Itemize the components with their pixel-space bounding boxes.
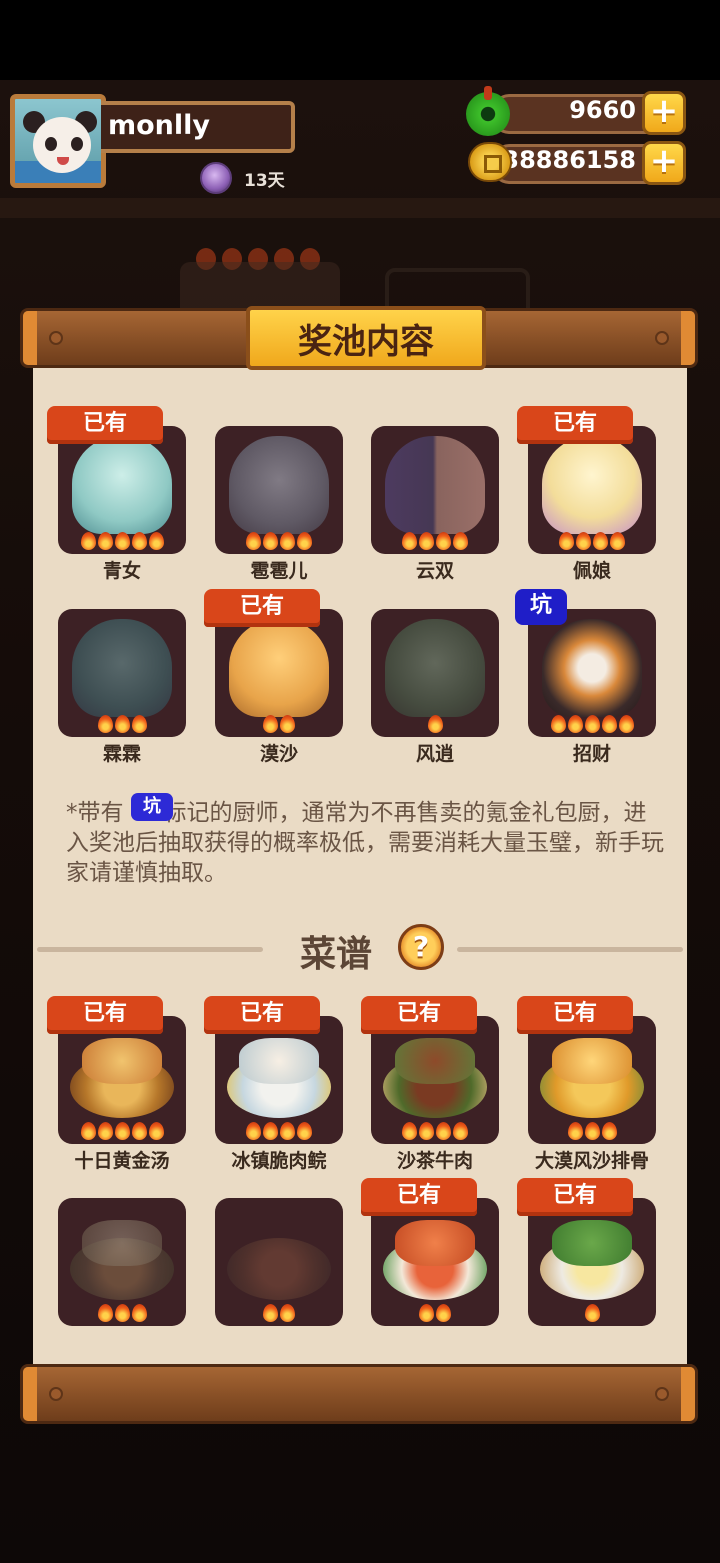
recipe-name: 十日黄金汤 [74,1150,170,1172]
background-beam [0,198,720,218]
rarity-flames [58,1122,186,1140]
rarity-flames [371,1304,499,1322]
coin-icon [468,142,512,182]
recipe-name: 冰镇脆肉鲩 [231,1150,327,1172]
owned-badge: 已有 [361,996,477,1034]
pit-badge-inline: 坑 [131,793,173,821]
rarity-flames [215,1122,343,1140]
owned-badge: 已有 [517,996,633,1034]
chef-name: 佩娘 [572,560,611,582]
recipe-card[interactable] [528,1198,656,1326]
rarity-flames [215,1304,343,1322]
chef-card[interactable] [528,426,656,554]
membership-days: 13天 [244,171,285,191]
rarity-flames [58,715,186,733]
rarity-flames [528,1304,656,1322]
rarity-flames [215,532,343,550]
add-jade-button[interactable]: + [642,91,686,135]
vip-icon[interactable] [200,162,232,194]
scroll-bottom-rod [20,1364,698,1424]
rarity-flames [528,715,656,733]
chef-card[interactable] [528,609,656,737]
recipe-card[interactable] [371,1198,499,1326]
chef-name: 雹雹儿 [250,560,308,582]
rarity-flames [58,532,186,550]
chef-name: 青女 [102,560,141,582]
chef-name: 风逍 [415,743,454,765]
owned-badge: 已有 [47,996,163,1034]
owned-badge: 已有 [361,1178,477,1216]
rarity-flames [58,1304,186,1322]
chef-name: 招财 [572,743,611,765]
panel-title: 奖池内容 [298,322,434,362]
recipe-card[interactable] [58,1198,186,1326]
chef-card[interactable] [215,426,343,554]
chef-card[interactable] [371,609,499,737]
recipe-name: 大漠风沙排骨 [534,1150,649,1172]
rarity-flames [371,1122,499,1140]
rarity-flames [371,532,499,550]
add-coins-button[interactable]: + [642,141,686,185]
chef-name: 云双 [415,560,454,582]
note-prefix: *带有 [66,800,124,826]
player-avatar[interactable] [10,94,106,188]
jade-amount: 9660 [569,96,636,124]
owned-badge: 已有 [517,1178,633,1216]
status-bar-area [0,0,720,80]
recipe-card[interactable] [371,1016,499,1144]
section-divider [457,947,683,952]
owned-badge: 已有 [47,406,163,444]
chef-name: 漠沙 [259,743,298,765]
chef-name: 霖霖 [102,743,141,765]
recipes-title: 菜谱 [300,934,373,975]
rarity-flames [215,715,343,733]
recipe-card[interactable] [528,1016,656,1144]
chef-card[interactable] [58,609,186,737]
rarity-flames [528,532,656,550]
jade-icon [466,86,510,136]
help-icon[interactable]: ? [398,924,444,970]
player-name: monlly [108,110,211,141]
pit-badge: 坑 [515,589,567,625]
recipe-card[interactable] [215,1016,343,1144]
rarity-flames [528,1122,656,1140]
section-divider [37,947,263,952]
recipe-card[interactable] [215,1198,343,1326]
owned-badge: 已有 [204,996,320,1034]
rarity-flames [371,715,499,733]
recipe-name: 沙茶牛肉 [396,1150,473,1172]
chef-card[interactable] [58,426,186,554]
chef-card[interactable] [215,609,343,737]
chef-card[interactable] [371,426,499,554]
owned-badge: 已有 [517,406,633,444]
owned-badge: 已有 [204,589,320,627]
recipe-card[interactable] [58,1016,186,1144]
coin-amount: 38886158 [502,146,636,174]
